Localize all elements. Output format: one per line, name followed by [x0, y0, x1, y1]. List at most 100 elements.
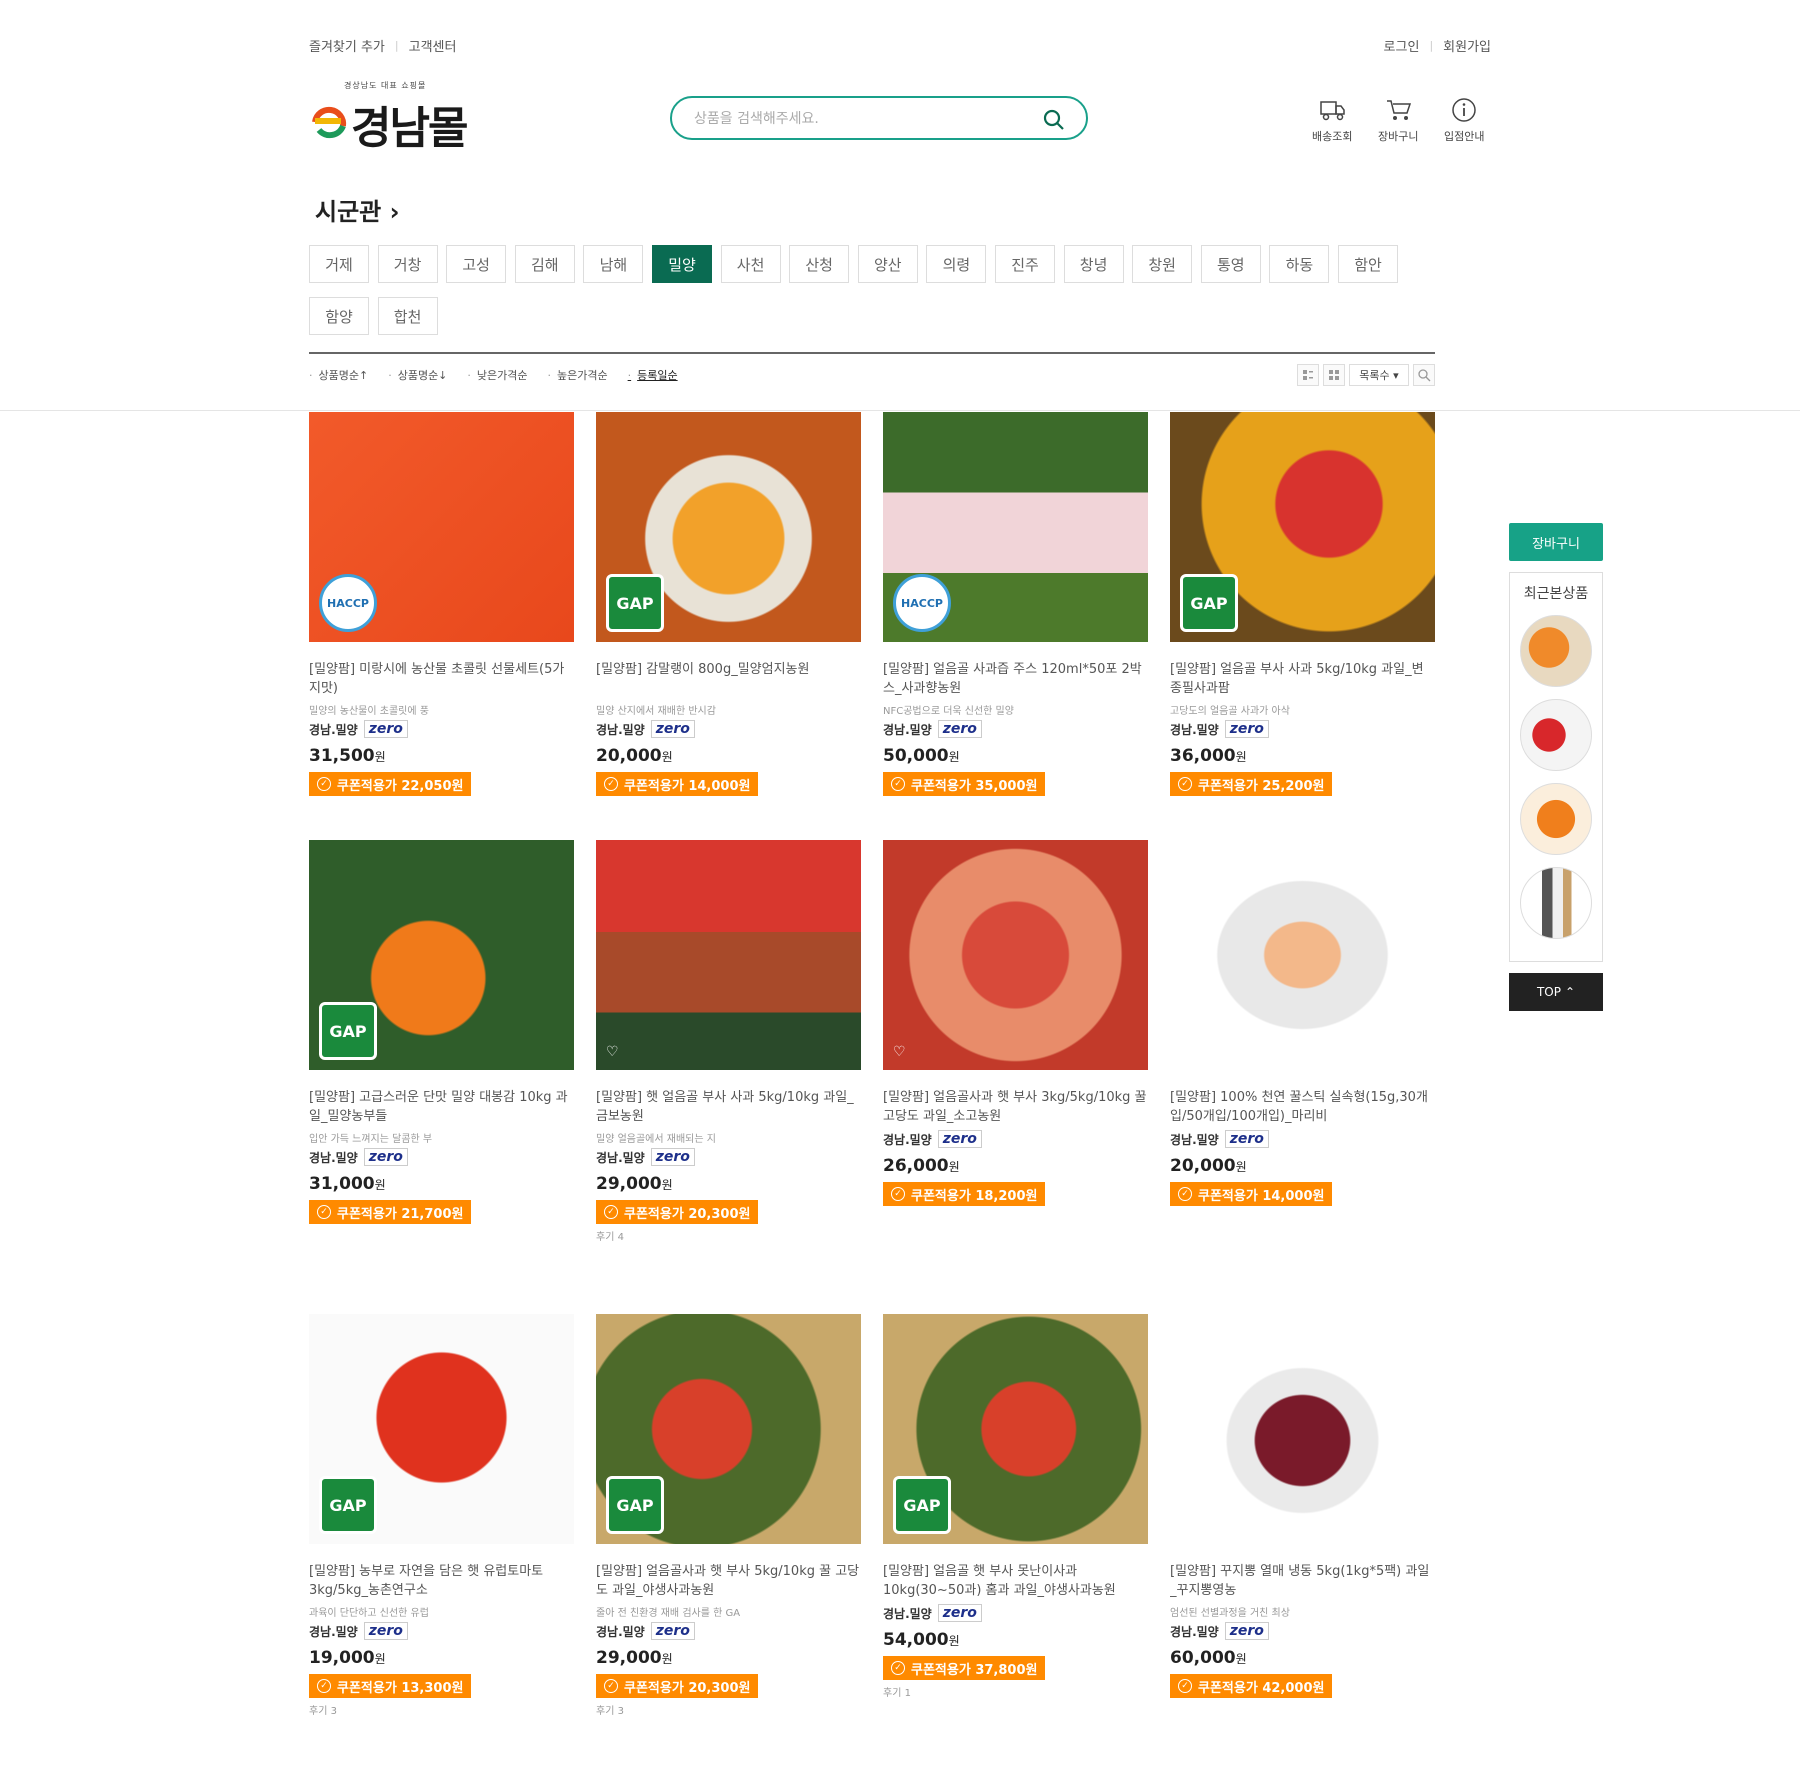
product-name[interactable]: [밀양팜] 미랑시에 농산물 초콜릿 선물세트(5가지맛)	[309, 660, 574, 698]
coupon-price-badge: ✓ 쿠폰적용가 22,050원	[309, 772, 472, 796]
product-card[interactable]: GAP [밀양팜] 얼음골 부사 사과 5kg/10kg 과일_변종필사과팜 고…	[1170, 412, 1435, 796]
delivery-tracking-link[interactable]: 배송조회	[1312, 96, 1352, 144]
list-view-icon[interactable]	[1297, 364, 1319, 386]
product-name[interactable]: [밀양팜] 얼음골사과 햇 부사 3kg/5kg/10kg 꿀 고당도 과일_소…	[883, 1088, 1148, 1126]
product-image[interactable]: GAP	[596, 1314, 861, 1544]
region-tab[interactable]: 하동	[1269, 245, 1330, 283]
site-logo[interactable]: 경상남도 대표 쇼핑몰 경남몰	[309, 80, 479, 154]
product-image[interactable]: ♡	[596, 840, 861, 1070]
scroll-top-button[interactable]: TOP ⌃	[1509, 973, 1603, 1011]
recent-product-thumb[interactable]	[1520, 867, 1592, 939]
price-unit: 원	[374, 1652, 386, 1666]
product-name[interactable]: [밀양팜] 햇 얼음골 부사 사과 5kg/10kg 과일_금보농원	[596, 1088, 861, 1126]
product-card[interactable]: ♡ [밀양팜] 100% 천연 꿀스틱 실속형(15g,30개입/50개입/10…	[1170, 840, 1435, 1206]
product-name[interactable]: [밀양팜] 고급스러운 단맛 밀양 대봉감 10kg 과일_밀양농부들	[309, 1088, 574, 1126]
product-name[interactable]: [밀양팜] 농부로 자연을 담은 햇 유럽토마토 3kg/5kg_농촌연구소	[309, 1562, 574, 1600]
check-circle-icon: ✓	[317, 1679, 331, 1693]
search-icon[interactable]	[1042, 108, 1066, 132]
seller-name: 경남.밀양	[596, 722, 645, 737]
product-name[interactable]: [밀양팜] 감말랭이 800g_밀양엄지농원	[596, 660, 861, 698]
search-input[interactable]	[694, 108, 1014, 130]
sort-option[interactable]: 낮은가격순	[467, 367, 528, 383]
product-name[interactable]: [밀양팜] 100% 천연 꿀스틱 실속형(15g,30개입/50개입/100개…	[1170, 1088, 1435, 1126]
product-image[interactable]: HACCP	[309, 412, 574, 642]
product-card[interactable]: GAP [밀양팜] 고급스러운 단맛 밀양 대봉감 10kg 과일_밀양농부들 …	[309, 840, 574, 1224]
product-card[interactable]: ♡ [밀양팜] 꾸지뽕 열매 냉동 5kg(1kg*5팩) 과일_꾸지뽕영농 엄…	[1170, 1314, 1435, 1698]
review-count[interactable]: 후기 1	[883, 1684, 1148, 1699]
product-name[interactable]: [밀양팜] 얼음골 사과즙 주스 120ml*50포 2박스_사과향농원	[883, 660, 1148, 698]
signup-link[interactable]: 회원가입	[1443, 36, 1491, 55]
product-image[interactable]: GAP	[1170, 412, 1435, 642]
region-tab[interactable]: 통영	[1200, 245, 1261, 283]
side-cart-button[interactable]: 장바구니	[1509, 523, 1603, 561]
product-card[interactable]: GAP [밀양팜] 감말랭이 800g_밀양엄지농원 밀양 산지에서 재배한 반…	[596, 412, 861, 796]
sort-option[interactable]: 상품명순↓	[388, 367, 448, 383]
heart-icon[interactable]: ♡	[1180, 1518, 1193, 1534]
seller-name: 경남.밀양	[883, 1606, 932, 1621]
review-count[interactable]: 후기 3	[309, 1702, 574, 1717]
bookmark-link[interactable]: 즐겨찾기 추가	[309, 36, 385, 55]
coupon-price-label: 쿠폰적용가 21,700원	[337, 1206, 464, 1222]
product-card[interactable]: GAP [밀양팜] 얼음골사과 햇 부사 5kg/10kg 꿀 고당도 과일_야…	[596, 1314, 861, 1717]
region-tab[interactable]: 남해	[583, 245, 644, 283]
recent-product-thumb[interactable]	[1520, 699, 1592, 771]
coupon-price-badge: ✓ 쿠폰적용가 25,200원	[1170, 772, 1333, 796]
recent-product-thumb[interactable]	[1520, 783, 1592, 855]
region-tab[interactable]: 사천	[720, 245, 781, 283]
filter-search-icon[interactable]	[1413, 364, 1435, 386]
product-card[interactable]: HACCP [밀양팜] 미랑시에 농산물 초콜릿 선물세트(5가지맛) 밀양의 …	[309, 412, 574, 796]
certification-badge: GAP	[893, 1476, 951, 1534]
recent-product-thumb[interactable]	[1520, 615, 1592, 687]
product-name[interactable]: [밀양팜] 얼음골사과 햇 부사 5kg/10kg 꿀 고당도 과일_야생사과농…	[596, 1562, 861, 1600]
region-tab[interactable]: 밀양	[652, 245, 712, 283]
product-image[interactable]: GAP	[309, 840, 574, 1070]
heart-icon[interactable]: ♡	[893, 1044, 906, 1060]
check-circle-icon: ✓	[1178, 1679, 1192, 1693]
product-seller: 경남.밀양 zero	[883, 1130, 1148, 1148]
product-card[interactable]: ♡ [밀양팜] 햇 얼음골 부사 사과 5kg/10kg 과일_금보농원 밀양 …	[596, 840, 861, 1243]
product-image[interactable]: HACCP	[883, 412, 1148, 642]
region-tab[interactable]: 산청	[789, 245, 850, 283]
review-count[interactable]: 후기 3	[596, 1702, 861, 1717]
region-tab[interactable]: 창녕	[1063, 245, 1124, 283]
product-image[interactable]: GAP	[309, 1314, 574, 1544]
product-image[interactable]: ♡	[1170, 1314, 1435, 1544]
region-tab[interactable]: 함양	[309, 297, 369, 335]
heart-icon[interactable]: ♡	[606, 1044, 619, 1060]
product-card[interactable]: ♡ [밀양팜] 얼음골사과 햇 부사 3kg/5kg/10kg 꿀 고당도 과일…	[883, 840, 1148, 1206]
product-card[interactable]: GAP [밀양팜] 얼음골 햇 부사 못난이사과 10kg(30~50과) 홈과…	[883, 1314, 1148, 1699]
sort-option[interactable]: 상품명순↑	[309, 367, 369, 383]
product-image[interactable]: GAP	[883, 1314, 1148, 1544]
product-image[interactable]: ♡	[1170, 840, 1435, 1070]
region-tab[interactable]: 김해	[514, 245, 575, 283]
coupon-price-badge: ✓ 쿠폰적용가 13,300원	[309, 1674, 472, 1698]
region-tab[interactable]: 창원	[1132, 245, 1193, 283]
region-tab[interactable]: 고성	[446, 245, 507, 283]
review-count[interactable]: 후기 4	[596, 1228, 861, 1243]
product-name[interactable]: [밀양팜] 얼음골 부사 사과 5kg/10kg 과일_변종필사과팜	[1170, 660, 1435, 698]
product-image[interactable]: ♡	[883, 840, 1148, 1070]
region-tab[interactable]: 진주	[995, 245, 1055, 283]
region-tab[interactable]: 의령	[926, 245, 987, 283]
region-tab[interactable]: 거제	[309, 245, 369, 283]
login-link[interactable]: 로그인	[1384, 36, 1420, 55]
heart-icon[interactable]: ♡	[1180, 1044, 1193, 1060]
customer-center-link[interactable]: 고객센터	[409, 36, 457, 55]
region-tab[interactable]: 양산	[857, 245, 918, 283]
sort-option[interactable]: 등록일순	[628, 367, 677, 383]
grid-view-icon[interactable]	[1323, 364, 1345, 386]
region-tab[interactable]: 함안	[1338, 245, 1398, 283]
store-info-link[interactable]: 입점안내	[1444, 96, 1484, 144]
product-name[interactable]: [밀양팜] 얼음골 햇 부사 못난이사과 10kg(30~50과) 홈과 과일_…	[883, 1562, 1148, 1600]
sort-option[interactable]: 높은가격순	[548, 367, 608, 383]
cart-link[interactable]: 장바구니	[1378, 96, 1418, 144]
region-tab[interactable]: 합천	[377, 297, 438, 335]
product-image[interactable]: GAP	[596, 412, 861, 642]
product-name[interactable]: [밀양팜] 꾸지뽕 열매 냉동 5kg(1kg*5팩) 과일_꾸지뽕영농	[1170, 1562, 1435, 1600]
page-title[interactable]: 시군관 ›	[315, 192, 400, 227]
product-card[interactable]: GAP [밀양팜] 농부로 자연을 담은 햇 유럽토마토 3kg/5kg_농촌연…	[309, 1314, 574, 1717]
check-circle-icon: ✓	[891, 1661, 905, 1675]
page-size-select[interactable]: 목록수 ▾	[1349, 364, 1409, 386]
region-tab[interactable]: 거창	[377, 245, 438, 283]
product-card[interactable]: HACCP [밀양팜] 얼음골 사과즙 주스 120ml*50포 2박스_사과향…	[883, 412, 1148, 796]
